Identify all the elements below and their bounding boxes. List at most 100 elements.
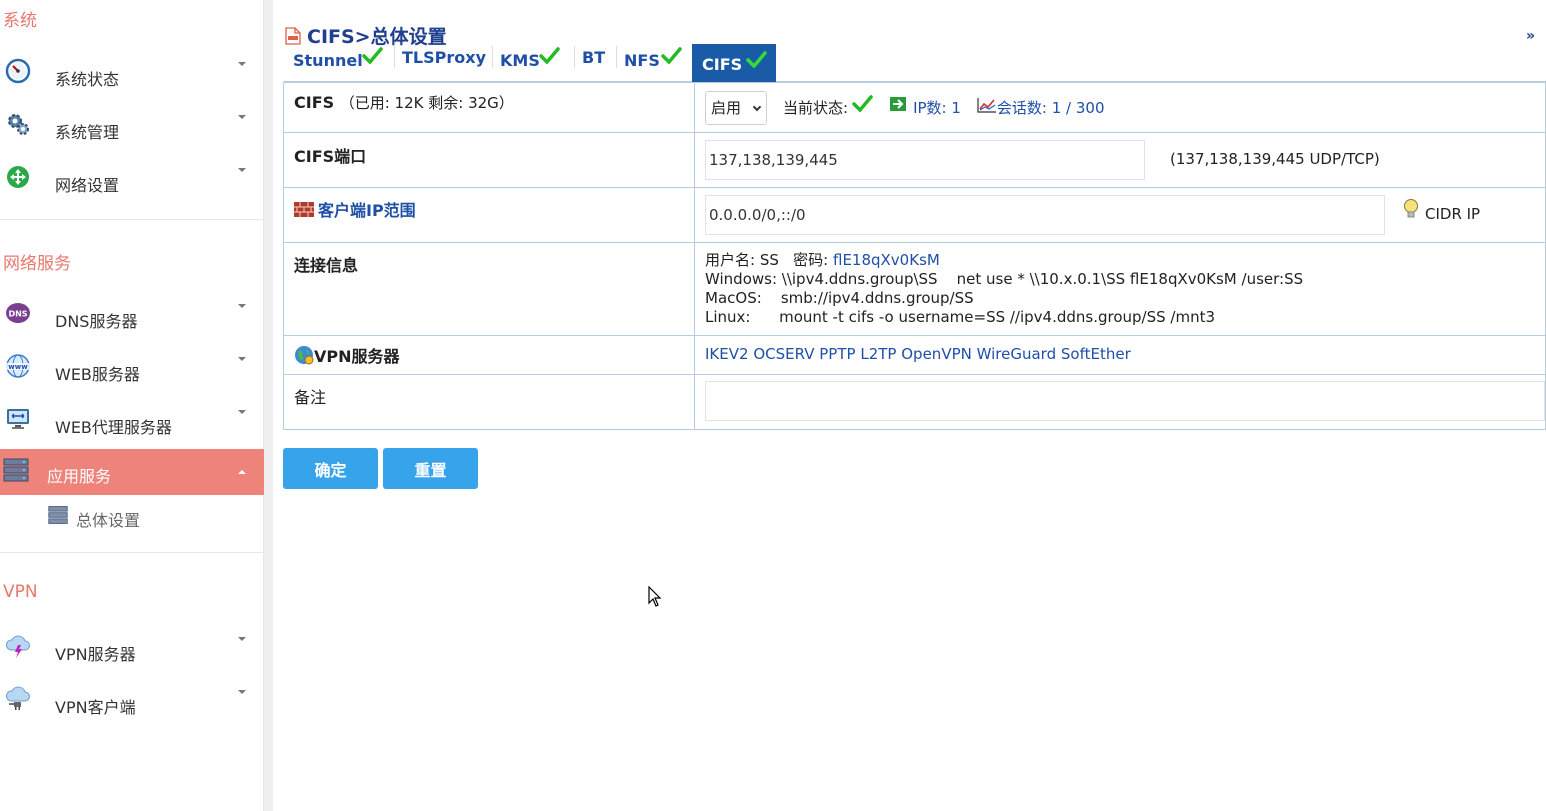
sidebar-item-label: DNS服务器: [55, 312, 138, 331]
login-arrow-icon: [890, 96, 907, 111]
client-ip-range-link[interactable]: 客户端IP范围: [294, 197, 416, 221]
sidebar-subitem-label: 总体设置: [76, 511, 141, 530]
chevron-down-icon: [238, 410, 246, 414]
sidebar-item-system-management[interactable]: 系统管理: [0, 111, 264, 151]
conn-info-label: 连接信息: [294, 256, 359, 275]
client-ip-label: 客户端IP范围: [318, 201, 416, 220]
settings-form: CIFS （已用: 12K 剩余: 32G） 启用 当前状态: IP数: 1 会…: [283, 82, 1546, 430]
confirm-button[interactable]: 确定: [283, 448, 378, 489]
chevron-down-icon: [238, 168, 246, 172]
tab-cifs[interactable]: CIFS: [692, 44, 776, 82]
check-icon: [362, 47, 383, 64]
sidebar: 系统 系统状态 系统管理 网络设置 网络服务 DNS DNS服务器 www WE…: [0, 0, 264, 811]
tab-stunnel[interactable]: Stunnel: [293, 44, 393, 82]
tab-label: NFS: [624, 51, 660, 70]
mouse-cursor-icon: [648, 586, 662, 607]
sidebar-item-web-server[interactable]: www WEB服务器: [0, 353, 264, 393]
form-row-cifs: CIFS （已用: 12K 剩余: 32G） 启用 当前状态: IP数: 1 会…: [283, 82, 1546, 133]
chevron-down-icon: [238, 62, 246, 66]
chevron-down-icon: [238, 115, 246, 119]
proxy-monitor-icon: [7, 409, 29, 429]
vpn-links: IKEV2 OCSERV PPTP L2TP OpenVPN WireGuard…: [705, 345, 1131, 363]
sidebar-item-system-status[interactable]: 系统状态: [0, 58, 264, 98]
server-rack-icon: [48, 506, 68, 524]
password-link[interactable]: flE18qXv0KsM: [833, 251, 940, 269]
check-icon: [539, 47, 560, 64]
sidebar-item-dns-server[interactable]: DNS DNS服务器: [0, 300, 264, 340]
firewall-icon: [294, 201, 314, 217]
tab-nfs[interactable]: NFS: [616, 44, 686, 82]
conn-macos-line: MacOS: smb://ipv4.ddns.group/SS: [705, 289, 974, 307]
document-icon: [285, 26, 301, 45]
client-ip-hint: CIDR IP: [1425, 205, 1481, 223]
tab-label: Stunnel: [293, 51, 363, 70]
tab-label: TLSProxy: [402, 48, 486, 67]
cloud-bolt-icon: [5, 635, 30, 658]
cifs-port-input[interactable]: [705, 140, 1145, 180]
vpn-link-l2tp[interactable]: L2TP: [860, 345, 896, 363]
sessions-link[interactable]: 会话数: 1 / 300: [997, 97, 1105, 118]
sidebar-item-label: 系统状态: [55, 70, 120, 89]
tab-bt[interactable]: BT: [574, 44, 612, 82]
form-row-vpn: VPN服务器 IKEV2 OCSERV PPTP L2TP OpenVPN Wi…: [283, 335, 1546, 375]
sidebar-item-label: WEB代理服务器: [55, 418, 172, 437]
section-divider: [0, 552, 264, 553]
www-icon: www: [6, 354, 30, 378]
dns-icon: DNS: [6, 303, 30, 323]
ip-count-link[interactable]: IP数: 1: [913, 97, 961, 118]
chevron-down-icon: [752, 102, 762, 112]
tab-label: KMS: [500, 51, 540, 70]
check-icon: [661, 47, 682, 64]
sidebar-subitem-general-settings[interactable]: 总体设置: [0, 495, 264, 530]
chevron-down-icon: [238, 357, 246, 361]
tab-bar: Stunnel TLSProxy KMS BT NFS CIFS: [284, 44, 1546, 82]
sidebar-item-label: VPN客户端: [55, 698, 136, 717]
sidebar-item-label: VPN服务器: [55, 645, 136, 664]
section-title-system: 系统: [3, 11, 37, 31]
cifs-usage: （已用: 12K 剩余: 32G）: [339, 94, 514, 112]
form-row-remark: 备注: [283, 374, 1546, 430]
lightbulb-icon: [1404, 199, 1418, 218]
sidebar-item-network-settings[interactable]: 网络设置: [0, 164, 264, 204]
select-value: 启用: [711, 99, 742, 117]
reset-button[interactable]: 重置: [383, 448, 478, 489]
vpn-link-openvpn[interactable]: OpenVPN: [901, 345, 972, 363]
collapse-toggle[interactable]: »: [1526, 28, 1535, 44]
svg-text:www: www: [8, 363, 28, 371]
sidebar-item-label: 系统管理: [55, 123, 120, 142]
vpn-link-wireguard[interactable]: WireGuard: [977, 345, 1056, 363]
server-rack-icon: [3, 458, 29, 482]
tab-label: BT: [582, 48, 606, 67]
port-hint: (137,138,139,445 UDP/TCP): [1170, 150, 1380, 168]
sidebar-item-app-services[interactable]: 应用服务: [0, 449, 264, 495]
vpn-label-wrap: VPN服务器: [294, 343, 400, 367]
vpn-link-pptp[interactable]: PPTP: [819, 345, 855, 363]
check-icon: [746, 51, 767, 68]
section-title-vpn: VPN: [3, 582, 38, 602]
vpn-link-ikev2[interactable]: IKEV2: [705, 345, 749, 363]
conn-linux-line: Linux: mount -t cifs -o username=SS //ip…: [705, 308, 1216, 326]
sidebar-item-label: 应用服务: [47, 467, 112, 486]
tab-tlsproxy[interactable]: TLSProxy: [394, 44, 488, 82]
chevron-down-icon: [238, 690, 246, 694]
sidebar-item-vpn-client[interactable]: VPN客户端: [0, 686, 264, 726]
cifs-enable-select[interactable]: 启用: [705, 91, 767, 125]
tab-kms[interactable]: KMS: [492, 44, 570, 82]
sidebar-item-label: WEB服务器: [55, 365, 140, 384]
chevron-down-icon: [238, 637, 246, 641]
vpn-link-ocserv[interactable]: OCSERV: [753, 345, 814, 363]
connection-info: 用户名: SS 密码: flE18qXv0KsM Windows: \\ipv4.…: [705, 251, 1303, 327]
gears-icon: [8, 114, 29, 135]
sidebar-item-vpn-server[interactable]: VPN服务器: [0, 633, 264, 673]
remark-input[interactable]: [705, 381, 1545, 421]
status-label: 当前状态:: [783, 99, 849, 117]
conn-user-line: 用户名: SS 密码:: [705, 251, 833, 269]
vpn-link-softether[interactable]: SoftEther: [1061, 345, 1131, 363]
check-icon: [852, 95, 873, 112]
sidebar-item-web-proxy-server[interactable]: WEB代理服务器: [0, 406, 264, 446]
client-ip-input[interactable]: [705, 195, 1385, 235]
cloud-plug-icon: [5, 686, 30, 710]
form-row-connection-info: 连接信息 用户名: SS 密码: flE18qXv0KsM Windows: \\…: [283, 242, 1546, 336]
network-icon: [7, 166, 29, 188]
svg-text:DNS: DNS: [8, 310, 27, 319]
